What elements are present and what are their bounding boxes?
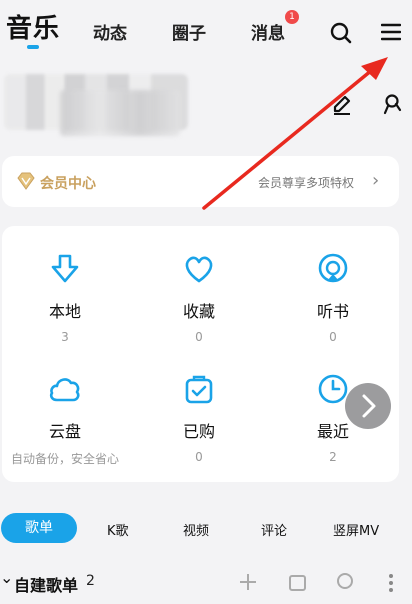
grid-label: 听书 [316, 302, 349, 321]
grid-label: 已购 [182, 422, 215, 441]
more-icon[interactable] [386, 573, 396, 593]
grid-count: 0 [195, 330, 203, 344]
tab-karaoke[interactable]: K歌 [107, 520, 129, 539]
nav-active-indicator [27, 45, 39, 49]
download-icon [51, 254, 79, 283]
bag-icon [185, 375, 213, 404]
section-title[interactable]: 自建歌单 [14, 572, 78, 596]
grid-item-purchased[interactable]: 已购 0 [144, 372, 254, 464]
chevron-right-icon [362, 394, 376, 418]
grid-subtitle: 自动备份，安全省心 [10, 452, 119, 466]
grid-count: 0 [329, 330, 337, 344]
nav-tab-circle[interactable]: 圈子 [172, 19, 206, 44]
nav-tab-music[interactable]: 音乐 [6, 8, 60, 45]
nav-tab-feed[interactable]: 动态 [93, 19, 127, 44]
nav-tab-messages[interactable]: 消息 [251, 19, 285, 44]
tab-playlists[interactable]: 歌单 [1, 513, 77, 543]
vip-center-label: 会员中心 [40, 176, 96, 192]
grid-count: 3 [61, 330, 69, 344]
grid-label: 收藏 [182, 302, 215, 321]
vip-chevron-icon: › [372, 170, 380, 191]
heart-icon [185, 256, 213, 283]
profile-name-blurred [60, 90, 180, 136]
grid-label: 本地 [48, 302, 81, 321]
mic-icon[interactable] [380, 92, 404, 116]
message-badge: 1 [285, 10, 299, 24]
next-page-button[interactable] [345, 383, 391, 429]
cloud-icon [49, 378, 80, 402]
edit-icon[interactable] [331, 94, 353, 116]
grid-item-cloud[interactable]: 云盘 自动备份，安全省心 [10, 372, 120, 467]
grid-label: 云盘 [48, 422, 81, 441]
import-icon[interactable] [288, 572, 308, 592]
grid-item-favorites[interactable]: 收藏 0 [144, 252, 254, 344]
grid-item-local[interactable]: 本地 3 [10, 252, 120, 344]
tab-comments[interactable]: 评论 [261, 520, 287, 539]
search-icon[interactable] [330, 22, 352, 44]
search-playlist-icon[interactable] [336, 572, 356, 592]
grid-count: 0 [195, 450, 203, 464]
grid-count: 2 [329, 450, 337, 464]
section-collapse-icon[interactable]: ⌄ [0, 568, 13, 587]
tab-videos[interactable]: 视频 [183, 520, 209, 539]
section-count: 2 [86, 573, 95, 589]
menu-icon[interactable] [381, 23, 401, 41]
vip-promo-text[interactable]: 会员尊享多项特权 [258, 174, 354, 191]
grid-item-audiobook[interactable]: 听书 0 [278, 252, 388, 344]
headphone-icon [318, 253, 348, 283]
add-playlist-icon[interactable] [238, 572, 258, 592]
tab-vertical-mv[interactable]: 竖屏MV [333, 520, 379, 539]
vip-diamond-icon [17, 172, 35, 190]
